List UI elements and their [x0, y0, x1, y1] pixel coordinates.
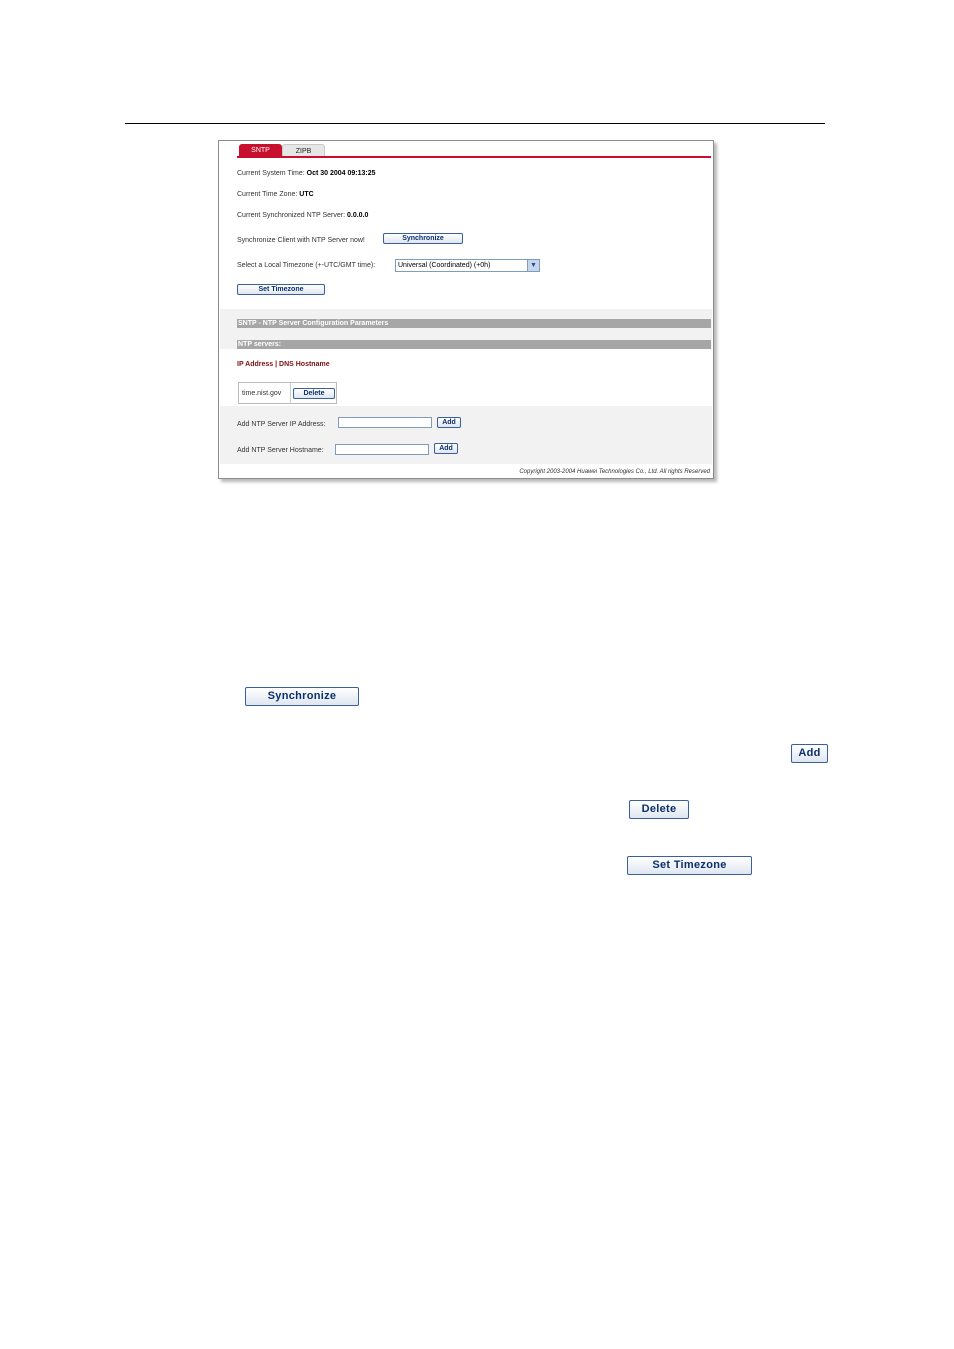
- add-server-section-bg: [220, 406, 712, 464]
- server-cell-divider: [290, 383, 291, 403]
- server-hostname: time.nist.gov: [242, 390, 282, 397]
- ntp-server-value: 0.0.0.0: [346, 212, 369, 219]
- legend-set-timezone-button[interactable]: Set Timezone: [627, 856, 752, 875]
- server-list-item: time.nist.gov Delete: [238, 382, 337, 404]
- sync-label: Synchronize Client with NTP Server now!: [237, 237, 365, 244]
- ntp-server-label: Current Synchronized NTP Server:: [237, 212, 346, 219]
- system-time-row: Current System Time: Oct 30 2004 09:13:2…: [237, 170, 376, 177]
- copyright-text: Copyright 2003-2004 Huawei Technologies …: [519, 469, 710, 475]
- servers-column-header: IP Address | DNS Hostname: [237, 361, 330, 368]
- set-timezone-button[interactable]: Set Timezone: [237, 284, 325, 295]
- delete-server-button[interactable]: Delete: [293, 388, 335, 399]
- add-hostname-label: Add NTP Server Hostname:: [237, 447, 324, 454]
- chevron-down-icon[interactable]: ▼: [527, 260, 539, 271]
- time-zone-value: UTC: [299, 191, 314, 198]
- timezone-select[interactable]: Universal (Coordinated) (+0h) ▼: [395, 259, 540, 272]
- add-ip-button[interactable]: Add: [437, 417, 461, 428]
- timezone-selected-value: Universal (Coordinated) (+0h): [398, 262, 491, 269]
- legend-synchronize-button[interactable]: Synchronize: [245, 687, 359, 706]
- add-hostname-input[interactable]: [335, 444, 429, 455]
- system-time-label: Current System Time:: [237, 170, 305, 177]
- time-zone-label: Current Time Zone:: [237, 191, 298, 198]
- add-ip-label: Add NTP Server IP Address:: [237, 421, 326, 428]
- legend-delete-button[interactable]: Delete: [629, 800, 689, 819]
- system-time-value: Oct 30 2004 09:13:25: [306, 170, 376, 177]
- config-section-header: SNTP - NTP Server Configuration Paramete…: [237, 319, 711, 328]
- time-zone-row: Current Time Zone: UTC: [237, 191, 314, 198]
- sntp-config-screenshot: SNTP ZIPB Current System Time: Oct 30 20…: [218, 140, 714, 479]
- timezone-label: Select a Local Timezone (+-UTC/GMT time)…: [237, 262, 376, 269]
- servers-section-header: NTP servers:: [237, 340, 711, 349]
- synchronize-button[interactable]: Synchronize: [383, 233, 463, 244]
- add-ip-input[interactable]: [338, 417, 432, 428]
- add-hostname-button[interactable]: Add: [434, 443, 458, 454]
- ntp-server-row: Current Synchronized NTP Server: 0.0.0.0: [237, 212, 368, 219]
- legend-add-button[interactable]: Add: [791, 744, 828, 763]
- page-header-rule: [125, 123, 825, 124]
- tab-underline: [237, 156, 711, 158]
